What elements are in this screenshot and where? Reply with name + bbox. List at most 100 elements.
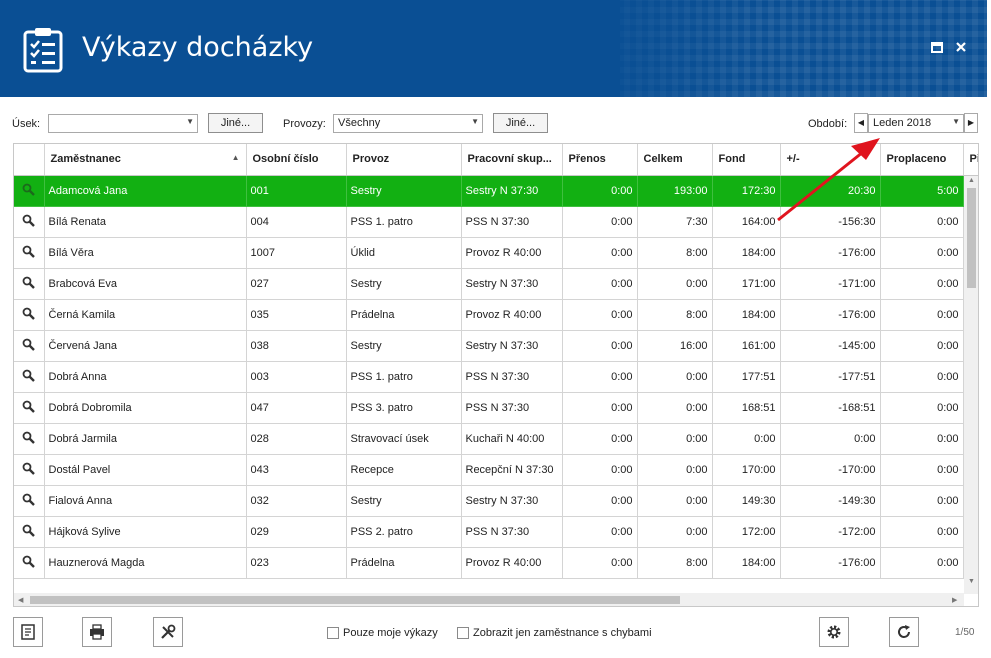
table-row[interactable]: Dobrá Anna 003 PSS 1. patro PSS N 37:30 0:00… bbox=[14, 361, 978, 393]
table-cell: 161:00 bbox=[712, 330, 781, 362]
magnifier-icon[interactable] bbox=[14, 392, 45, 424]
scroll-up-icon[interactable]: ▲ bbox=[968, 177, 975, 184]
table-row[interactable]: Černá Kamila 035 Prádelna Provoz R 40:00 0:0… bbox=[14, 299, 978, 331]
table-row[interactable]: Fialová Anna 032 Sestry Sestry N 37:30 0:00 0… bbox=[14, 485, 978, 517]
magnifier-icon[interactable] bbox=[14, 268, 45, 300]
magnifier-icon[interactable] bbox=[14, 299, 45, 331]
settings-button[interactable] bbox=[819, 617, 849, 647]
magnifier-icon[interactable] bbox=[14, 547, 45, 579]
print-button[interactable] bbox=[82, 617, 112, 647]
table-cell: -145:00 bbox=[780, 330, 881, 362]
tools-button[interactable] bbox=[153, 617, 183, 647]
horizontal-scrollbar[interactable]: ◀ ▶ bbox=[14, 593, 964, 606]
table-cell: Dostál Pavel bbox=[44, 454, 247, 486]
table-cell: 004 bbox=[246, 206, 347, 238]
table-cell: Sestry N 37:30 bbox=[461, 330, 563, 362]
table-cell: -149:30 bbox=[780, 485, 881, 517]
table-row[interactable]: Brabcová Eva 027 Sestry Sestry N 37:30 0:00 0… bbox=[14, 268, 978, 300]
scroll-left-icon[interactable]: ◀ bbox=[18, 596, 23, 604]
refresh-button[interactable] bbox=[889, 617, 919, 647]
provozy-select[interactable]: Všechny ▼ bbox=[333, 114, 483, 133]
table-cell: 0:00 bbox=[562, 299, 638, 331]
column-header-plus-minus[interactable]: +/- bbox=[780, 144, 881, 176]
column-header-pracovni-skupina[interactable]: Pracovní skup... bbox=[461, 144, 563, 176]
magnifier-icon[interactable] bbox=[14, 175, 45, 207]
table-cell: Hauznerová Magda bbox=[44, 547, 247, 579]
table-cell: 043 bbox=[246, 454, 347, 486]
column-header-prenos[interactable]: Přenos bbox=[562, 144, 638, 176]
table-cell: PSS N 37:30 bbox=[461, 516, 563, 548]
table-cell: 20:30 bbox=[780, 175, 881, 207]
magnifier-icon[interactable] bbox=[14, 485, 45, 517]
table-cell: 0:00 bbox=[880, 485, 964, 517]
table-row[interactable]: Dobrá Jarmila 028 Stravovací úsek Kuchaři N… bbox=[14, 423, 978, 455]
table-cell: 5:00 bbox=[880, 175, 964, 207]
vertical-scrollbar[interactable]: ▲ ▼ bbox=[964, 176, 978, 594]
period-next-button[interactable]: ▶ bbox=[964, 113, 978, 133]
provozy-other-button[interactable]: Jiné... bbox=[493, 113, 548, 133]
table-row[interactable]: Adamcová Jana 001 Sestry Sestry N 37:30 0:00… bbox=[14, 175, 978, 207]
table-cell: 7:30 bbox=[637, 206, 713, 238]
column-header-celkem[interactable]: Celkem bbox=[637, 144, 713, 176]
column-header-proplaceno[interactable]: Proplaceno bbox=[880, 144, 964, 176]
table-cell: 032 bbox=[246, 485, 347, 517]
magnifier-icon[interactable] bbox=[14, 237, 45, 269]
scroll-right-icon[interactable]: ▶ bbox=[952, 596, 957, 604]
column-header-zamestnanec[interactable]: Zaměstnanec ▲ bbox=[44, 144, 247, 176]
table-cell: Adamcová Jana bbox=[44, 175, 247, 207]
table-cell: Fialová Anna bbox=[44, 485, 247, 517]
table-cell: Stravovací úsek bbox=[346, 423, 462, 455]
horizontal-scroll-thumb[interactable] bbox=[30, 596, 680, 604]
table-cell: Sestry bbox=[346, 175, 462, 207]
magnifier-icon[interactable] bbox=[14, 423, 45, 455]
column-header-osobni-cislo[interactable]: Osobní číslo bbox=[246, 144, 347, 176]
table-cell: 0:00 bbox=[637, 268, 713, 300]
table-cell: Sestry bbox=[346, 330, 462, 362]
period-prev-button[interactable]: ◀ bbox=[854, 113, 868, 133]
table-cell: 0:00 bbox=[562, 423, 638, 455]
table-row[interactable]: Hauznerová Magda 023 Prádelna Provoz R 40:0… bbox=[14, 547, 978, 579]
table-row[interactable]: Hájková Sylive 029 PSS 2. patro PSS N 37:30… bbox=[14, 516, 978, 548]
table-row[interactable]: Dostál Pavel 043 Recepce Recepční N 37:30 0:… bbox=[14, 454, 978, 486]
only-my-reports-checkbox[interactable] bbox=[327, 627, 339, 639]
vertical-scroll-thumb[interactable] bbox=[967, 188, 976, 288]
column-header-fond[interactable]: Fond bbox=[712, 144, 781, 176]
magnifier-icon[interactable] bbox=[14, 454, 45, 486]
report-button[interactable] bbox=[13, 617, 43, 647]
table-cell: PSS 1. patro bbox=[346, 361, 462, 393]
column-header-pi[interactable]: Pi bbox=[963, 144, 978, 176]
table-cell: 0:00 bbox=[880, 392, 964, 424]
table-row[interactable]: Bílá Věra 1007 Úklid Provoz R 40:00 0:00 8:00… bbox=[14, 237, 978, 269]
table-row[interactable]: Bílá Renata 004 PSS 1. patro PSS N 37:30 0:0… bbox=[14, 206, 978, 238]
close-icon[interactable] bbox=[954, 40, 968, 54]
usek-other-button[interactable]: Jiné... bbox=[208, 113, 263, 133]
obdobi-select[interactable]: Leden 2018 ▼ bbox=[868, 114, 964, 133]
maximize-icon[interactable] bbox=[930, 40, 944, 54]
table-cell: 171:00 bbox=[712, 268, 781, 300]
magnifier-icon[interactable] bbox=[14, 330, 45, 362]
table-cell: 0:00 bbox=[880, 361, 964, 393]
table-row[interactable]: Červená Jana 038 Sestry Sestry N 37:30 0:00 1… bbox=[14, 330, 978, 362]
table-cell: 0:00 bbox=[562, 485, 638, 517]
errors-only-checkbox[interactable] bbox=[457, 627, 469, 639]
obdobi-label: Období: bbox=[808, 118, 848, 130]
column-header-provoz[interactable]: Provoz bbox=[346, 144, 462, 176]
magnifier-icon[interactable] bbox=[14, 206, 45, 238]
table-row[interactable]: Dobrá Dobromila 047 PSS 3. patro PSS N 37:3… bbox=[14, 392, 978, 424]
usek-select[interactable]: ▼ bbox=[48, 114, 198, 133]
chevron-down-icon: ▼ bbox=[471, 117, 479, 126]
table-cell: 047 bbox=[246, 392, 347, 424]
magnifier-icon[interactable] bbox=[14, 516, 45, 548]
table-cell: 0:00 bbox=[562, 206, 638, 238]
table-cell: 0:00 bbox=[562, 392, 638, 424]
table-cell: PSS 2. patro bbox=[346, 516, 462, 548]
table-cell: Bílá Renata bbox=[44, 206, 247, 238]
magnifier-icon[interactable] bbox=[14, 361, 45, 393]
scroll-down-icon[interactable]: ▼ bbox=[968, 578, 975, 585]
table-cell: Sestry N 37:30 bbox=[461, 485, 563, 517]
table-cell: Červená Jana bbox=[44, 330, 247, 362]
refresh-icon bbox=[898, 625, 910, 638]
table-cell: 0:00 bbox=[880, 423, 964, 455]
table-cell: 0:00 bbox=[562, 454, 638, 486]
table-cell: 0:00 bbox=[637, 392, 713, 424]
